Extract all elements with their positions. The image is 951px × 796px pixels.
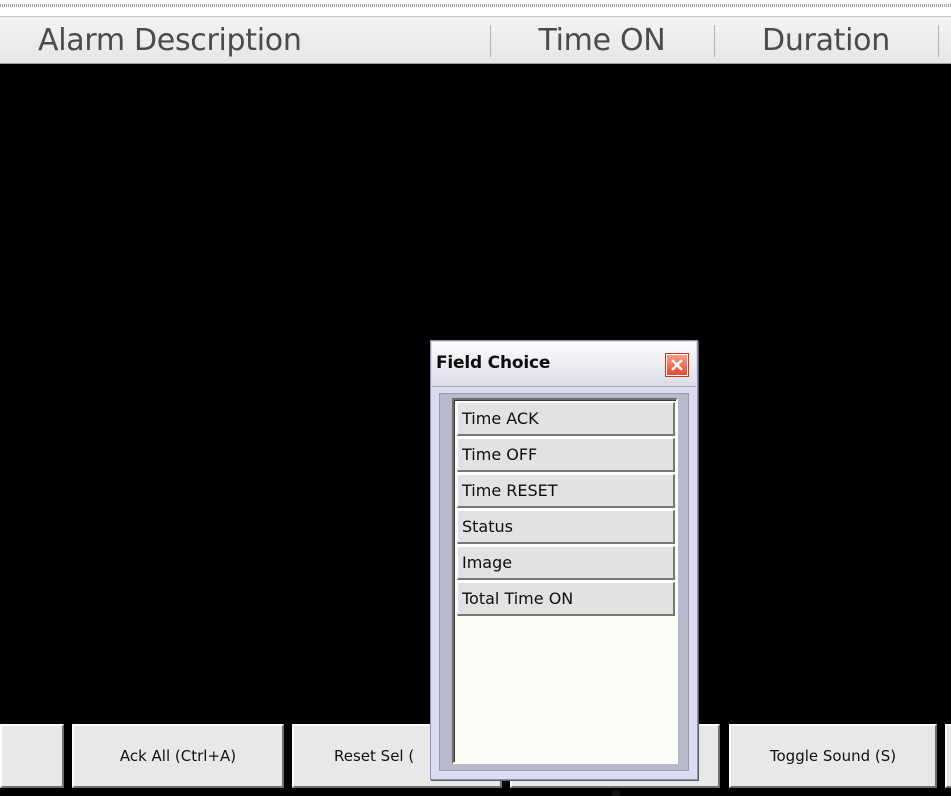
toggle-sound-button[interactable]: Toggle Sound (S) bbox=[729, 724, 937, 788]
field-item-time-ack[interactable]: Time ACK bbox=[457, 402, 675, 436]
column-header-time-on[interactable]: Time ON bbox=[490, 17, 714, 63]
field-choice-dialog: Field Choice Time ACK Time OFF Time RESE… bbox=[430, 340, 698, 780]
resize-grip bbox=[612, 790, 620, 796]
partial-left-button[interactable] bbox=[0, 724, 64, 788]
ack-all-button[interactable]: Ack All (Ctrl+A) bbox=[72, 724, 284, 788]
close-icon[interactable] bbox=[666, 354, 688, 376]
column-header-alarm-description[interactable]: Alarm Description bbox=[0, 17, 490, 63]
top-divider bbox=[0, 0, 951, 16]
column-header-duration[interactable]: Duration bbox=[714, 17, 938, 63]
dialog-titlebar[interactable]: Field Choice bbox=[432, 342, 696, 387]
alarm-viewer-screen: Alarm Description Time ON Duration Ack A… bbox=[0, 0, 951, 796]
dialog-body: Time ACK Time OFF Time RESET Status Imag… bbox=[439, 393, 689, 771]
partial-right-button[interactable] bbox=[945, 724, 951, 788]
field-item-image[interactable]: Image bbox=[457, 546, 675, 580]
dotted-line bbox=[0, 4, 951, 7]
field-item-total-time-on[interactable]: Total Time ON bbox=[457, 582, 675, 616]
field-list[interactable]: Time ACK Time OFF Time RESET Status Imag… bbox=[452, 398, 678, 764]
field-item-time-off[interactable]: Time OFF bbox=[457, 438, 675, 472]
close-x-glyph bbox=[671, 359, 683, 371]
field-item-status[interactable]: Status bbox=[457, 510, 675, 544]
alarm-table-header: Alarm Description Time ON Duration bbox=[0, 16, 951, 64]
column-divider[interactable] bbox=[938, 25, 939, 57]
dialog-title: Field Choice bbox=[436, 353, 551, 373]
field-item-time-reset[interactable]: Time RESET bbox=[457, 474, 675, 508]
